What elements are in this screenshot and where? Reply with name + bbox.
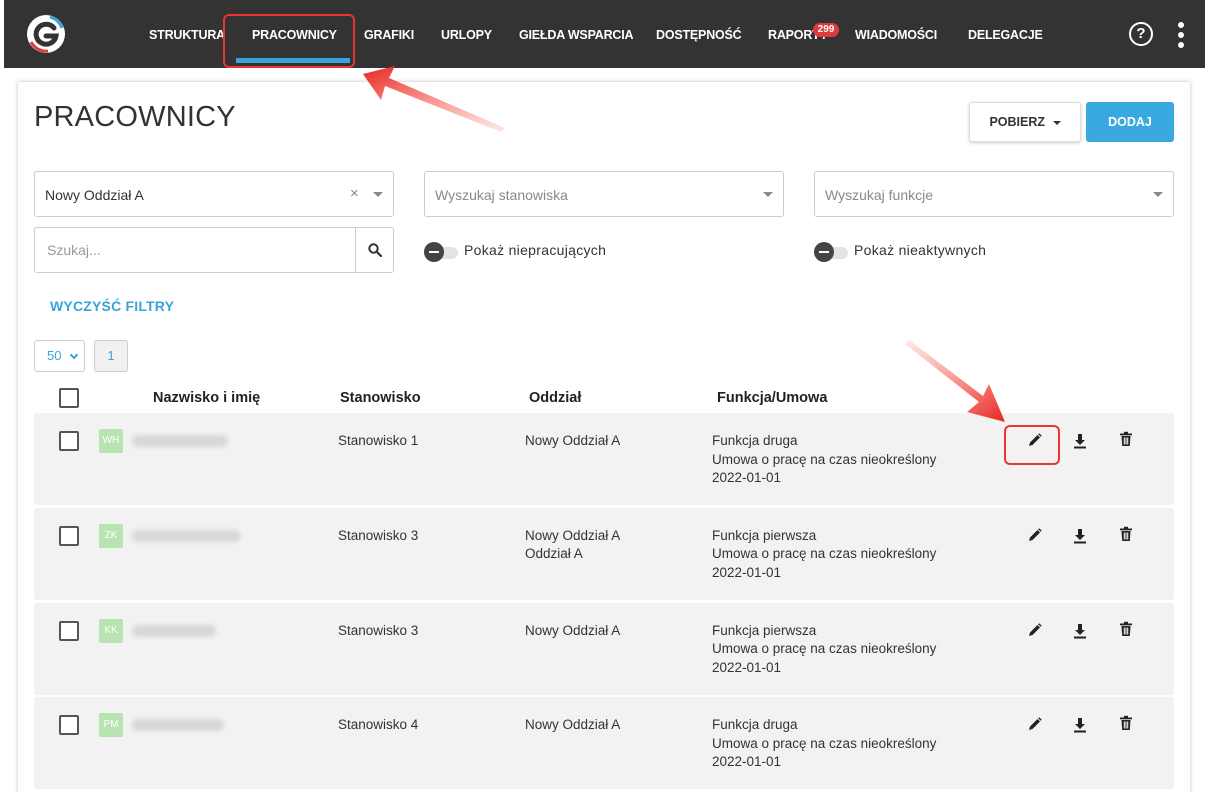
caret-down-icon bbox=[1153, 192, 1163, 197]
position-select[interactable]: Wyszukaj stanowiska bbox=[424, 171, 784, 217]
nav-wiadomosci[interactable]: WIADOMOŚCI bbox=[855, 28, 937, 42]
nav-dostepnosc[interactable]: DOSTĘPNOŚĆ bbox=[656, 28, 742, 42]
employee-name-redacted[interactable] bbox=[132, 719, 224, 731]
department-select[interactable]: Nowy Oddział A × bbox=[34, 171, 394, 217]
toggle-inactive-label: Pokaż nieaktywnych bbox=[854, 242, 987, 258]
column-header-name[interactable]: Nazwisko i imię bbox=[153, 390, 260, 406]
caret-down-icon bbox=[373, 192, 383, 197]
position-select-placeholder: Wyszukaj stanowiska bbox=[435, 187, 568, 203]
select-all-checkbox[interactable] bbox=[59, 388, 79, 408]
position-cell: Stanowisko 3 bbox=[338, 623, 419, 638]
delete-icon[interactable] bbox=[1118, 715, 1134, 731]
function-cell: Funkcja pierwsza bbox=[712, 528, 817, 543]
toggle-not-working-label: Pokaż niepracujących bbox=[464, 242, 607, 258]
position-cell: Stanowisko 1 bbox=[338, 433, 419, 448]
table-row[interactable] bbox=[34, 413, 1174, 505]
avatar: ZK bbox=[99, 524, 123, 548]
contract-date-cell: 2022-01-01 bbox=[712, 660, 782, 675]
nav-grafiki[interactable]: GRAFIKI bbox=[364, 28, 414, 42]
nav-gielda-wsparcia[interactable]: GIEŁDA WSPARCIA bbox=[519, 28, 634, 42]
add-button[interactable]: DODAJ bbox=[1086, 102, 1174, 142]
function-cell: Funkcja druga bbox=[712, 717, 798, 732]
clear-icon[interactable]: × bbox=[350, 185, 359, 202]
avatar: WH bbox=[99, 429, 123, 453]
function-cell: Funkcja pierwsza bbox=[712, 623, 817, 638]
nav-urlopy[interactable]: URLOPY bbox=[441, 28, 492, 42]
page-size-value: 50 bbox=[47, 348, 62, 363]
search-box bbox=[34, 227, 394, 273]
download-icon[interactable] bbox=[1072, 433, 1088, 449]
column-header-function[interactable]: Funkcja/Umowa bbox=[717, 390, 827, 406]
chevron-down-icon bbox=[69, 350, 79, 360]
row-checkbox[interactable] bbox=[59, 526, 79, 546]
delete-icon[interactable] bbox=[1118, 526, 1134, 542]
avatar: PM bbox=[99, 713, 123, 737]
delete-icon[interactable] bbox=[1118, 431, 1134, 447]
column-header-department[interactable]: Oddział bbox=[529, 390, 581, 406]
function-select-placeholder: Wyszukaj funkcje bbox=[825, 187, 934, 203]
edit-icon[interactable] bbox=[1027, 622, 1043, 638]
edit-icon[interactable] bbox=[1027, 527, 1043, 543]
download-button-label: POBIERZ bbox=[989, 115, 1046, 129]
more-menu-icon[interactable] bbox=[1176, 22, 1186, 48]
search-icon bbox=[368, 243, 382, 257]
download-icon[interactable] bbox=[1072, 623, 1088, 639]
toggle-inactive[interactable] bbox=[814, 242, 850, 262]
page-button-1[interactable]: 1 bbox=[94, 340, 128, 372]
search-button[interactable] bbox=[355, 228, 394, 272]
contract-date-cell: 2022-01-01 bbox=[712, 754, 782, 769]
annotation-highlight-box bbox=[223, 14, 355, 68]
contract-cell: Umowa o pracę na czas nieokreślony bbox=[712, 641, 937, 656]
column-header-position[interactable]: Stanowisko bbox=[340, 390, 421, 406]
department-cell: Nowy Oddział A bbox=[525, 717, 621, 732]
caret-down-icon bbox=[1052, 120, 1061, 125]
top-navigation-bar: STRUKTURA PRACOWNICY GRAFIKI URLOPY GIEŁ… bbox=[4, 0, 1205, 68]
table-row[interactable] bbox=[34, 697, 1174, 789]
edit-icon[interactable] bbox=[1027, 716, 1043, 732]
search-input[interactable] bbox=[35, 228, 355, 272]
page-title: PRACOWNICY bbox=[34, 101, 236, 133]
row-checkbox[interactable] bbox=[59, 621, 79, 641]
position-cell: Stanowisko 4 bbox=[338, 717, 419, 732]
nav-struktura[interactable]: STRUKTURA bbox=[149, 28, 225, 42]
delete-icon[interactable] bbox=[1118, 621, 1134, 637]
department-cell: Oddział A bbox=[525, 546, 583, 561]
employee-name-redacted[interactable] bbox=[132, 625, 216, 637]
department-cell: Nowy Oddział A bbox=[525, 433, 621, 448]
contract-cell: Umowa o pracę na czas nieokreślony bbox=[712, 546, 937, 561]
download-icon[interactable] bbox=[1072, 717, 1088, 733]
table-row[interactable] bbox=[34, 603, 1174, 695]
page-size-select[interactable]: 50 bbox=[34, 340, 85, 372]
department-cell: Nowy Oddział A bbox=[525, 623, 621, 638]
function-select[interactable]: Wyszukaj funkcje bbox=[814, 171, 1174, 217]
row-checkbox[interactable] bbox=[59, 431, 79, 451]
function-cell: Funkcja druga bbox=[712, 433, 798, 448]
employee-name-redacted[interactable] bbox=[132, 435, 228, 447]
department-cell: Nowy Oddział A bbox=[525, 528, 621, 543]
table-row[interactable] bbox=[34, 508, 1174, 600]
nav-delegacje[interactable]: DELEGACJE bbox=[968, 28, 1043, 42]
employee-name-redacted[interactable] bbox=[132, 530, 240, 542]
annotation-highlight-box bbox=[1004, 425, 1060, 465]
toggle-not-working[interactable] bbox=[424, 242, 460, 262]
department-select-value: Nowy Oddział A bbox=[45, 187, 144, 203]
contract-cell: Umowa o pracę na czas nieokreślony bbox=[712, 452, 937, 467]
position-cell: Stanowisko 3 bbox=[338, 528, 419, 543]
app-logo[interactable] bbox=[26, 14, 66, 54]
clear-filters-link[interactable]: WYCZYŚĆ FILTRY bbox=[50, 298, 174, 314]
contract-date-cell: 2022-01-01 bbox=[712, 565, 782, 580]
download-icon[interactable] bbox=[1072, 528, 1088, 544]
contract-date-cell: 2022-01-01 bbox=[712, 470, 782, 485]
download-button[interactable]: POBIERZ bbox=[969, 102, 1081, 142]
reports-count-badge: 299 bbox=[813, 23, 839, 37]
row-checkbox[interactable] bbox=[59, 715, 79, 735]
help-icon[interactable]: ? bbox=[1129, 22, 1153, 46]
avatar: KK bbox=[99, 619, 123, 643]
contract-cell: Umowa o pracę na czas nieokreślony bbox=[712, 736, 937, 751]
caret-down-icon bbox=[763, 192, 773, 197]
